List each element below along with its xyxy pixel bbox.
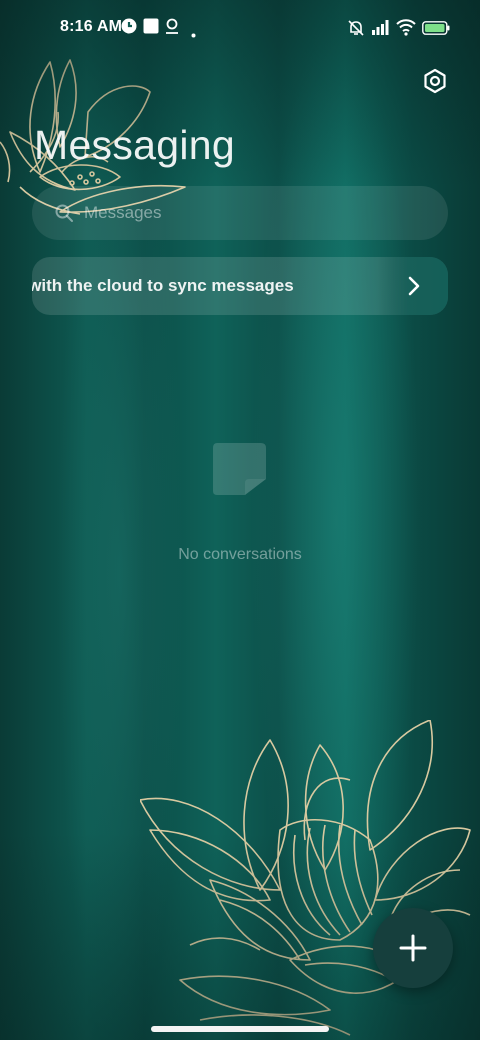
- settings-button[interactable]: [420, 66, 450, 96]
- cloud-sync-banner[interactable]: Turn on sync with the cloud to sync mess…: [32, 257, 448, 315]
- plus-icon: [399, 934, 427, 962]
- muted-bell-icon: [346, 18, 366, 43]
- wifi-icon: [396, 18, 416, 41]
- signal-icon: [372, 18, 392, 41]
- sync-banner-text: Turn on sync with the cloud to sync mess…: [32, 276, 294, 295]
- messaging-screen: 8:16 AM Messaging Messages with the clou…: [0, 0, 480, 1040]
- home-indicator[interactable]: [151, 1026, 329, 1032]
- battery-icon: [422, 21, 450, 40]
- new-message-button[interactable]: [373, 908, 453, 988]
- search-input[interactable]: Messages: [84, 203, 161, 223]
- page-title: Messaging: [34, 122, 235, 168]
- empty-chat-icon: [213, 443, 266, 495]
- square-notification-icon: [143, 18, 159, 39]
- search-bar[interactable]: Messages: [32, 186, 448, 240]
- app-icon-c: [121, 18, 137, 39]
- dot-icon: [191, 25, 196, 43]
- empty-state-text: No conversations: [178, 546, 302, 563]
- lotus-decoration-bottom: [140, 720, 471, 1036]
- chevron-right-icon: [408, 276, 420, 296]
- settings-hexagon-icon: [424, 68, 446, 94]
- location-pin-icon: [165, 18, 179, 39]
- status-bar: 8:16 AM: [0, 0, 480, 56]
- status-time: 8:16 AM: [60, 18, 123, 35]
- search-icon: [55, 204, 73, 222]
